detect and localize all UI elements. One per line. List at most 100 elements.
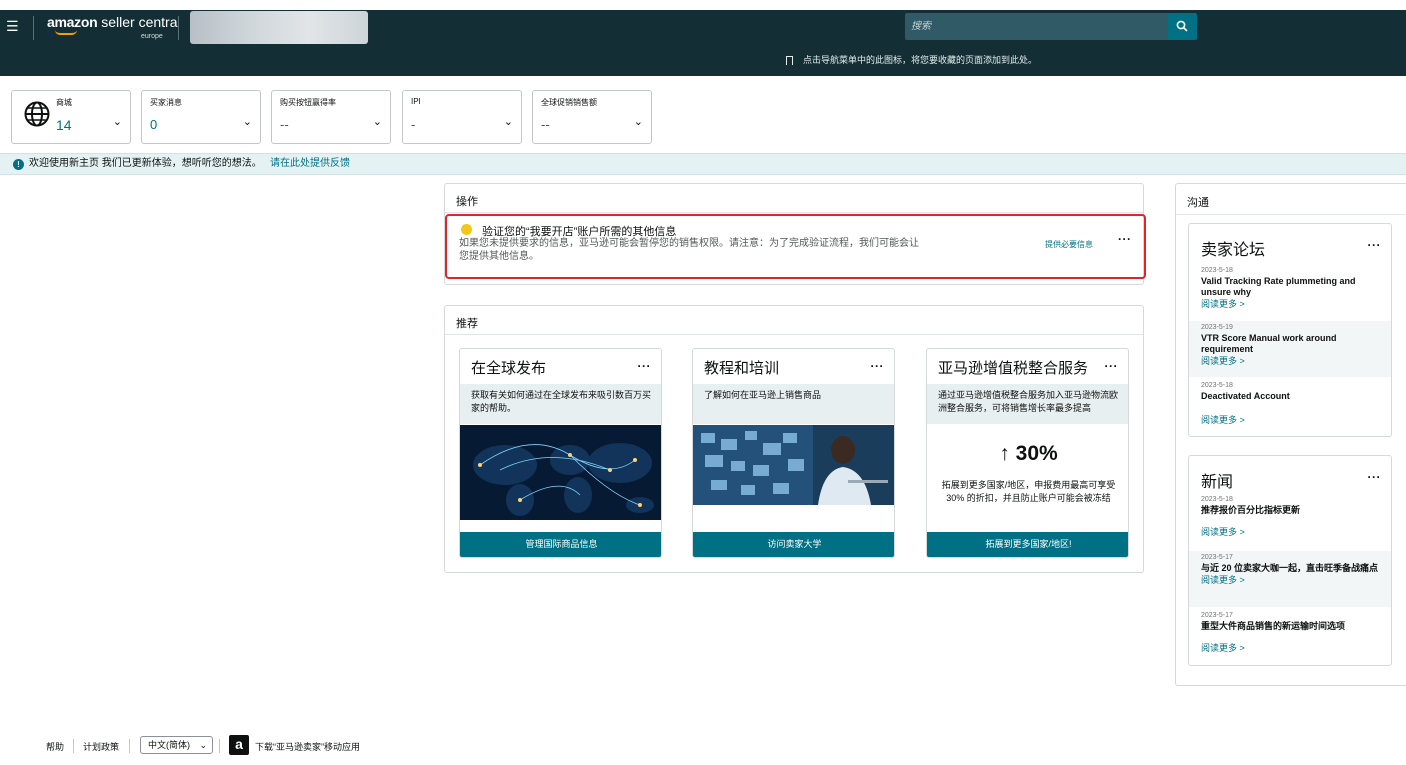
language-value: 中文(简体) bbox=[148, 740, 190, 750]
divider bbox=[129, 739, 130, 753]
warning-icon bbox=[461, 224, 472, 235]
more-options-icon[interactable]: ··· bbox=[638, 359, 652, 373]
item-headline[interactable]: 与近 20 位卖家大咖一起，直击旺季备战痛点 bbox=[1201, 563, 1379, 574]
item-headline[interactable]: 重型大件商品销售的新运输时间选项 bbox=[1201, 621, 1379, 632]
divider bbox=[445, 212, 1143, 213]
rec-title: 亚马逊增值税整合服务 bbox=[938, 360, 1089, 377]
help-link[interactable]: 帮助 bbox=[46, 740, 64, 753]
forum-title: 卖家论坛 bbox=[1201, 242, 1266, 259]
rec-description: 了解如何在亚马逊上销售商品 bbox=[693, 384, 894, 424]
more-options-icon[interactable]: ··· bbox=[1368, 238, 1382, 252]
widget-global-promo-sales[interactable]: 全球促销销售额 -- ⌄ bbox=[532, 90, 652, 144]
growth-description: 拓展到更多国家/地区，申报费用最高可享受 30% 的折扣，并且防止账户可能会被冻… bbox=[941, 480, 1116, 503]
globe-icon bbox=[24, 101, 50, 127]
chevron-down-icon[interactable]: ⌄ bbox=[243, 115, 252, 128]
bookmark-bar: 点击导航菜单中的此图标，将您要收藏的页面添加到此处。 bbox=[0, 45, 1406, 76]
item-date: 2023-5-18 bbox=[1201, 382, 1233, 389]
item-headline[interactable]: VTR Score Manual work around requirement bbox=[1201, 333, 1379, 355]
news-card: 新闻 ··· 2023-5-18 推荐报价百分比指标更新 阅读更多 > 2023… bbox=[1188, 455, 1392, 666]
manage-international-listings-button[interactable]: 管理国际商品信息 bbox=[460, 532, 661, 557]
list-item: 2023-5-17 重型大件商品销售的新运输时间选项 阅读更多 > bbox=[1189, 609, 1391, 656]
smile-logo-icon bbox=[55, 30, 77, 35]
seller-central-logo[interactable]: amazon seller centra europe bbox=[47, 14, 178, 40]
chevron-down-icon: ⌄ bbox=[199, 740, 207, 750]
seller-forum-card: 卖家论坛 ··· 2023-5-18 Valid Tracking Rate p… bbox=[1188, 223, 1392, 437]
item-headline[interactable]: 推荐报价百分比指标更新 bbox=[1201, 505, 1379, 516]
brand-sub: seller centra bbox=[101, 14, 178, 30]
language-select[interactable]: 中文(简体) ⌄ bbox=[140, 736, 213, 754]
widget-value: 14 bbox=[56, 117, 72, 133]
more-options-icon[interactable]: ··· bbox=[1368, 470, 1382, 484]
widget-buybox-rate[interactable]: 购买按钮赢得率 -- ⌄ bbox=[271, 90, 391, 144]
divider bbox=[33, 16, 34, 40]
news-title: 新闻 bbox=[1201, 474, 1234, 491]
item-date: 2023-5-18 bbox=[1201, 267, 1233, 274]
divider bbox=[1176, 214, 1406, 215]
list-item: 2023-5-18 推荐报价百分比指标更新 阅读更多 > bbox=[1189, 493, 1391, 540]
top-nav-bar: ☰ amazon seller centra europe 搜索 bbox=[0, 10, 1406, 45]
program-policies-link[interactable]: 计划政策 bbox=[83, 740, 119, 753]
widget-value: 0 bbox=[150, 117, 158, 132]
widget-value: -- bbox=[280, 117, 289, 132]
list-item: 2023-5-19 VTR Score Manual work around r… bbox=[1189, 321, 1391, 377]
task-item: 验证您的“我要开店”账户所需的其他信息 如果您未提供要求的信息，亚马逊可能会暂停… bbox=[445, 214, 1146, 279]
widget-label: 全球促销销售额 bbox=[541, 98, 597, 107]
read-more-link[interactable]: 阅读更多 > bbox=[1201, 355, 1379, 367]
widget-marketplace[interactable]: 商城 14 ⌄ bbox=[11, 90, 131, 144]
search-button[interactable] bbox=[1168, 13, 1197, 40]
read-more-link[interactable]: 阅读更多 > bbox=[1201, 574, 1379, 586]
search-input[interactable]: 搜索 bbox=[905, 13, 1168, 40]
rec-card-global: 在全球发布 ··· 获取有关如何通过在全球发布来吸引数百万买家的帮助。 管理国际… bbox=[459, 348, 662, 558]
download-app-link[interactable]: 下载“亚马逊卖家”移动应用 bbox=[255, 740, 360, 753]
chevron-down-icon[interactable]: ⌄ bbox=[504, 115, 513, 128]
expand-countries-button[interactable]: 拓展到更多国家/地区! bbox=[927, 532, 1128, 557]
amazon-app-icon[interactable]: a bbox=[229, 735, 249, 755]
widget-ipi[interactable]: IPI - ⌄ bbox=[402, 90, 522, 144]
menu-icon[interactable]: ☰ bbox=[6, 19, 20, 33]
training-image bbox=[693, 425, 894, 505]
chevron-down-icon[interactable]: ⌄ bbox=[373, 115, 382, 128]
divider bbox=[178, 16, 179, 40]
feedback-link[interactable]: 请在此处提供反馈 bbox=[270, 154, 350, 174]
read-more-link[interactable]: 阅读更多 > bbox=[1201, 642, 1379, 654]
provide-info-link[interactable]: 提供必要信息 bbox=[1045, 239, 1093, 250]
rec-card-vat-services: 亚马逊增值税整合服务 ··· 通过亚马逊增值税整合服务加入亚马逊物流欧洲整合服务… bbox=[926, 348, 1129, 558]
read-more-link[interactable]: 阅读更多 > bbox=[1201, 526, 1379, 538]
growth-stat: ↑ 30% bbox=[999, 442, 1058, 465]
bookmark-hint: 点击导航菜单中的此图标，将您要收藏的页面添加到此处。 bbox=[803, 55, 1038, 65]
list-item: 2023-5-18 Valid Tracking Rate plummeting… bbox=[1189, 264, 1391, 312]
widget-value: - bbox=[411, 117, 416, 132]
rec-card-training: 教程和培训 ··· 了解如何在亚马逊上销售商品 访问卖家大学 bbox=[692, 348, 895, 558]
read-more-link[interactable]: 阅读更多 > bbox=[1201, 298, 1379, 310]
list-item: 2023-5-17 与近 20 位卖家大咖一起，直击旺季备战痛点 阅读更多 > bbox=[1189, 551, 1391, 607]
rec-description: 获取有关如何通过在全球发布来吸引数百万买家的帮助。 bbox=[460, 384, 661, 424]
info-icon: ! bbox=[13, 159, 24, 170]
visit-seller-university-button[interactable]: 访问卖家大学 bbox=[693, 532, 894, 557]
task-description: 如果您未提供要求的信息，亚马逊可能会暂停您的销售权限。请注意：为了完成验证流程，… bbox=[459, 238, 919, 262]
rec-title: 教程和培训 bbox=[704, 360, 780, 377]
brand-region: europe bbox=[141, 33, 163, 40]
widget-label: 购买按钮赢得率 bbox=[280, 98, 336, 107]
more-options-icon[interactable]: ··· bbox=[871, 359, 885, 373]
widget-buyer-messages[interactable]: 买家消息 0 ⌄ bbox=[141, 90, 261, 144]
banner-message: 欢迎使用新主页 我们已更新体验，想听听您的想法。 bbox=[29, 158, 262, 169]
more-options-icon[interactable]: ··· bbox=[1105, 359, 1119, 373]
item-headline[interactable]: Valid Tracking Rate plummeting and unsur… bbox=[1201, 276, 1379, 298]
item-headline[interactable]: Deactivated Account bbox=[1201, 391, 1379, 402]
footer: 帮助 计划政策 中文(简体) ⌄ a 下载“亚马逊卖家”移动应用 bbox=[0, 735, 1406, 757]
chevron-down-icon[interactable]: ⌄ bbox=[634, 115, 643, 128]
bookmark-icon bbox=[786, 56, 793, 65]
divider bbox=[445, 334, 1143, 335]
feedback-banner: ! 欢迎使用新主页 我们已更新体验，想听听您的想法。 请在此处提供反馈 bbox=[0, 153, 1406, 175]
item-date: 2023-5-19 bbox=[1201, 324, 1233, 331]
more-options-icon[interactable]: ··· bbox=[1118, 232, 1132, 246]
search-icon bbox=[1176, 20, 1188, 32]
redacted-account-name bbox=[190, 11, 368, 44]
chevron-down-icon[interactable]: ⌄ bbox=[113, 115, 122, 128]
card-title: 操作 bbox=[456, 196, 478, 208]
read-more-link[interactable]: 阅读更多 > bbox=[1201, 414, 1379, 426]
divider bbox=[73, 739, 74, 753]
brand-main: amazon bbox=[47, 14, 98, 30]
panel-title: 沟通 bbox=[1187, 197, 1209, 209]
rec-title: 在全球发布 bbox=[471, 360, 547, 377]
